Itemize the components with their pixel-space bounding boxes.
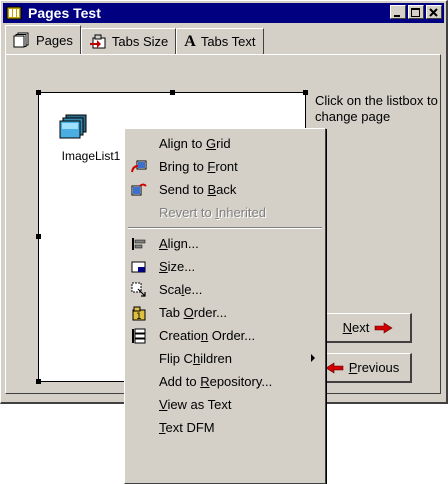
app-icon (6, 6, 22, 20)
title-bar[interactable]: Pages Test (3, 3, 444, 23)
close-button[interactable] (426, 5, 442, 19)
svg-text:1: 1 (136, 312, 142, 321)
maximize-button[interactable] (408, 5, 424, 19)
imagelist-icon (59, 114, 87, 139)
context-menu: Align to Grid Bring to Front Send to Bac… (124, 128, 326, 484)
menu-item-scale[interactable]: Scale... (125, 278, 325, 301)
menu-item-size[interactable]: Size... (125, 255, 325, 278)
menu-item-send-to-back[interactable]: Send to Back (125, 178, 325, 201)
close-icon (429, 8, 438, 17)
minimize-button[interactable] (390, 5, 406, 19)
align-icon (132, 238, 146, 250)
selection-handle[interactable] (36, 379, 41, 384)
previous-label: Previous (348, 360, 400, 375)
menu-item-align-to-grid[interactable]: Align to Grid (125, 132, 325, 155)
tab-pages-label: Pages (36, 32, 73, 48)
pages-icon (13, 32, 29, 48)
menu-item-tab-order[interactable]: 1 Tab Order... (125, 301, 325, 324)
menu-item-flip-children[interactable]: Flip Children (125, 347, 325, 370)
menu-item-bring-to-front[interactable]: Bring to Front (125, 155, 325, 178)
window-title: Pages Test (28, 5, 101, 21)
minimize-icon (394, 15, 400, 17)
menu-item-text-dfm[interactable]: Text DFM (125, 416, 325, 439)
tab-tabs-text[interactable]: A Tabs Text (176, 28, 264, 54)
selection-handle[interactable] (36, 90, 41, 95)
right-arrow-icon (375, 321, 393, 334)
menu-item-add-to-repository[interactable]: Add to Repository... (125, 370, 325, 393)
left-arrow-icon (325, 361, 344, 374)
tabs-size-icon (89, 34, 106, 48)
bring-to-front-icon (131, 160, 147, 173)
tab-tabs-size[interactable]: Tabs Size (80, 28, 177, 54)
previous-button[interactable]: Previous (312, 353, 412, 383)
tab-strip: Pages Tabs Size A Tabs Text (5, 24, 264, 54)
hint-text: Click on the listbox to change page (315, 93, 438, 124)
bold-a-icon: A (184, 32, 196, 50)
size-icon (131, 261, 146, 273)
maximize-icon (411, 8, 420, 17)
next-label: Next (342, 320, 370, 335)
menu-item-revert-to-inherited: Revert to Inherited (159, 205, 266, 220)
send-to-back-icon (131, 183, 147, 196)
tab-tabs-text-label: Tabs Text (200, 34, 256, 49)
menu-item-align[interactable]: Align... (125, 232, 325, 255)
tab-order-icon: 1 (132, 306, 146, 321)
menu-item-creation-order[interactable]: Creation Order... (125, 324, 325, 347)
submenu-arrow-icon (311, 354, 315, 362)
tab-tabs-size-label: Tabs Size (111, 34, 169, 49)
next-button[interactable]: Next (326, 313, 412, 343)
selection-handle[interactable] (36, 234, 41, 239)
creation-order-icon (132, 328, 146, 344)
menu-separator (125, 224, 325, 232)
selection-handle[interactable] (170, 90, 175, 95)
scale-icon (131, 282, 146, 297)
imagelist-component[interactable]: ImageList1 (58, 112, 124, 163)
selection-handle[interactable] (303, 90, 308, 95)
imagelist-caption: ImageList1 (61, 149, 121, 163)
menu-item-view-as-text[interactable]: View as Text (125, 393, 325, 416)
tab-pages[interactable]: Pages (5, 25, 81, 54)
